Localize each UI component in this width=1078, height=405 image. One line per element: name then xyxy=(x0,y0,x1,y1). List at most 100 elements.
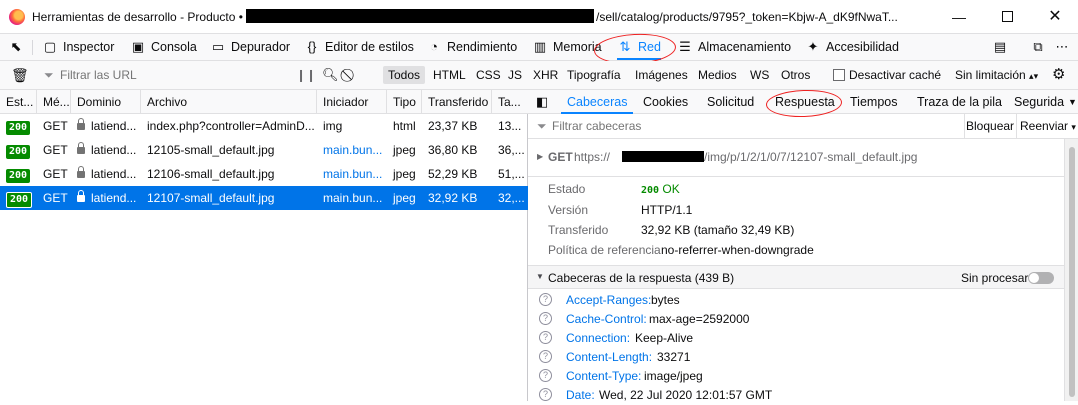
cell-size: 32,... xyxy=(498,191,525,205)
type-filter-js[interactable]: JS xyxy=(503,66,527,84)
col-domain[interactable]: Dominio xyxy=(71,90,141,114)
more-menu-icon: ⋯ xyxy=(1055,39,1069,54)
redacted-host xyxy=(622,151,704,162)
url-filter-input[interactable] xyxy=(58,66,283,84)
raw-headers-toggle[interactable] xyxy=(1028,272,1054,284)
header-row[interactable]: ? Content-Type: image/jpeg xyxy=(528,367,1064,386)
col-size[interactable]: Ta... xyxy=(492,90,528,114)
cell-type: jpeg xyxy=(393,143,416,157)
cell-domain: latiend... xyxy=(91,143,137,157)
tab-memory[interactable]: ▥ Memoria xyxy=(532,34,602,60)
header-row[interactable]: ? Accept-Ranges: bytes xyxy=(528,291,1064,310)
tab-console[interactable]: ▣ Consola xyxy=(130,34,197,60)
tab-security[interactable]: Segurida xyxy=(1014,90,1064,114)
col-status[interactable]: Est... xyxy=(0,90,37,114)
type-filter-html[interactable]: HTML xyxy=(428,66,471,84)
cell-initiator-link[interactable]: main.bun... xyxy=(317,186,387,210)
cell-transferred: 52,29 KB xyxy=(428,167,478,181)
type-filter-other[interactable]: Otros xyxy=(776,66,815,84)
tab-timings[interactable]: Tiempos xyxy=(850,90,897,114)
dock-options-button[interactable]: ⧉ xyxy=(1030,34,1051,60)
help-icon[interactable]: ? xyxy=(539,388,552,401)
trash-icon: 🗑 xyxy=(11,67,29,83)
split-console-button[interactable]: ▤ xyxy=(992,34,1013,60)
tab-performance[interactable]: ◔ Rendimiento xyxy=(426,34,517,60)
status-code: 200 xyxy=(641,185,660,196)
scrollbar-thumb[interactable] xyxy=(1069,147,1075,397)
disable-cache-toggle[interactable]: Desactivar caché xyxy=(833,61,941,89)
tab-inspector[interactable]: ▢ Inspector xyxy=(42,34,115,60)
header-row[interactable]: ? Cache-Control: max-age=2592000 xyxy=(528,310,1064,329)
header-row[interactable]: ? Content-Length: 33271 xyxy=(528,348,1064,367)
tab-console-label: Consola xyxy=(151,40,197,54)
throttling-select[interactable]: Sin limitación ▴▾ xyxy=(955,61,1038,89)
cell-method: GET xyxy=(43,119,68,133)
tab-inspector-label: Inspector xyxy=(63,40,115,54)
type-filter-media[interactable]: Medios xyxy=(693,66,742,84)
table-row[interactable]: 200 GET latiend... 12105-small_default.j… xyxy=(0,138,528,162)
type-filter-css[interactable]: CSS xyxy=(471,66,506,84)
style-editor-icon: {} xyxy=(307,39,317,54)
tab-style-editor[interactable]: {} Editor de estilos xyxy=(304,34,414,60)
resend-button[interactable]: Reenviar ▾ xyxy=(1020,119,1076,133)
type-filter-images[interactable]: Imágenes xyxy=(630,66,693,84)
close-button[interactable]: ✕ xyxy=(1038,6,1072,28)
tab-request[interactable]: Solicitud xyxy=(707,90,754,114)
col-initiator[interactable]: Iniciador xyxy=(317,90,387,114)
headers-filter-input[interactable] xyxy=(550,118,750,134)
table-row[interactable]: 200 GET latiend... index.php?controller=… xyxy=(0,114,528,138)
toggle-sidebar-button[interactable]: ◧ xyxy=(536,90,548,114)
help-icon[interactable]: ? xyxy=(539,369,552,382)
help-icon[interactable]: ? xyxy=(539,331,552,344)
clear-requests-button[interactable]: 🗑 xyxy=(11,61,29,89)
help-icon[interactable]: ? xyxy=(539,350,552,363)
header-row[interactable]: ? Date: Wed, 22 Jul 2020 12:01:57 GMT xyxy=(528,386,1064,405)
header-name: Accept-Ranges: xyxy=(566,293,652,307)
header-row[interactable]: ? Connection: Keep-Alive xyxy=(528,329,1064,348)
response-headers-title: Cabeceras de la respuesta (439 B) xyxy=(548,271,735,285)
col-type[interactable]: Tipo xyxy=(387,90,422,114)
cell-initiator-link[interactable]: main.bun... xyxy=(317,138,387,162)
minimize-button[interactable]: — xyxy=(942,6,976,28)
cell-initiator-link[interactable]: main.bun... xyxy=(317,162,387,186)
tab-debugger[interactable]: ▭ Depurador xyxy=(210,34,290,60)
element-picker-button[interactable]: ⬉ xyxy=(8,34,29,60)
more-options-button[interactable]: ⋯ xyxy=(1054,34,1075,60)
cell-file: index.php?controller=AdminD... xyxy=(147,119,315,133)
filter-icon: ⏷ xyxy=(44,68,54,82)
request-path: /img/p/1/2/1/0/7/12107-small_default.jpg xyxy=(704,150,918,164)
tab-accessibility[interactable]: ✦ Accesibilidad xyxy=(805,34,899,60)
pause-button[interactable]: ❙❙ xyxy=(296,61,316,89)
network-settings-button[interactable]: ⚙ xyxy=(1052,61,1065,89)
header-value: image/jpeg xyxy=(644,369,703,383)
response-headers-section[interactable]: ▼ Cabeceras de la respuesta (439 B) Sin … xyxy=(528,265,1064,289)
details-scrollbar[interactable] xyxy=(1064,139,1078,401)
table-row-selected[interactable]: 200 GET latiend... 12107-small_default.j… xyxy=(0,186,528,210)
help-icon[interactable]: ? xyxy=(539,293,552,306)
type-filter-fonts[interactable]: Tipografía xyxy=(562,66,626,84)
disable-cache-checkbox[interactable] xyxy=(833,69,845,81)
block-button[interactable]: Bloquear xyxy=(966,119,1014,133)
request-url-line[interactable]: ▶ GET https:// /img/p/1/2/1/0/7/12107-sm… xyxy=(528,139,1064,177)
table-row[interactable]: 200 GET latiend... 12106-small_default.j… xyxy=(0,162,528,186)
type-filter-ws[interactable]: WS xyxy=(745,66,774,84)
col-file[interactable]: Archivo xyxy=(141,90,317,114)
col-method[interactable]: Mé... xyxy=(37,90,71,114)
tab-stack-trace[interactable]: Traza de la pila xyxy=(917,90,1002,114)
tab-storage[interactable]: ☰ Almacenamiento xyxy=(677,34,791,60)
type-filter-all[interactable]: Todos xyxy=(383,66,426,84)
cell-domain: latiend... xyxy=(91,119,137,133)
help-icon[interactable]: ? xyxy=(539,312,552,325)
tab-cookies[interactable]: Cookies xyxy=(643,90,688,114)
tab-headers[interactable]: Cabeceras xyxy=(560,90,634,114)
search-button[interactable]: 🔍︎ xyxy=(322,61,339,89)
col-transferred[interactable]: Transferido xyxy=(422,90,492,114)
maximize-button[interactable] xyxy=(990,6,1024,28)
tabs-overflow-icon[interactable]: ▼ xyxy=(1068,90,1077,114)
memory-icon: ▥ xyxy=(533,39,547,54)
cell-type: html xyxy=(393,119,416,133)
type-filter-xhr[interactable]: XHR xyxy=(528,66,563,84)
header-value: 33271 xyxy=(657,350,691,364)
inspector-icon: ▢ xyxy=(43,39,57,54)
cell-method: GET xyxy=(43,167,68,181)
